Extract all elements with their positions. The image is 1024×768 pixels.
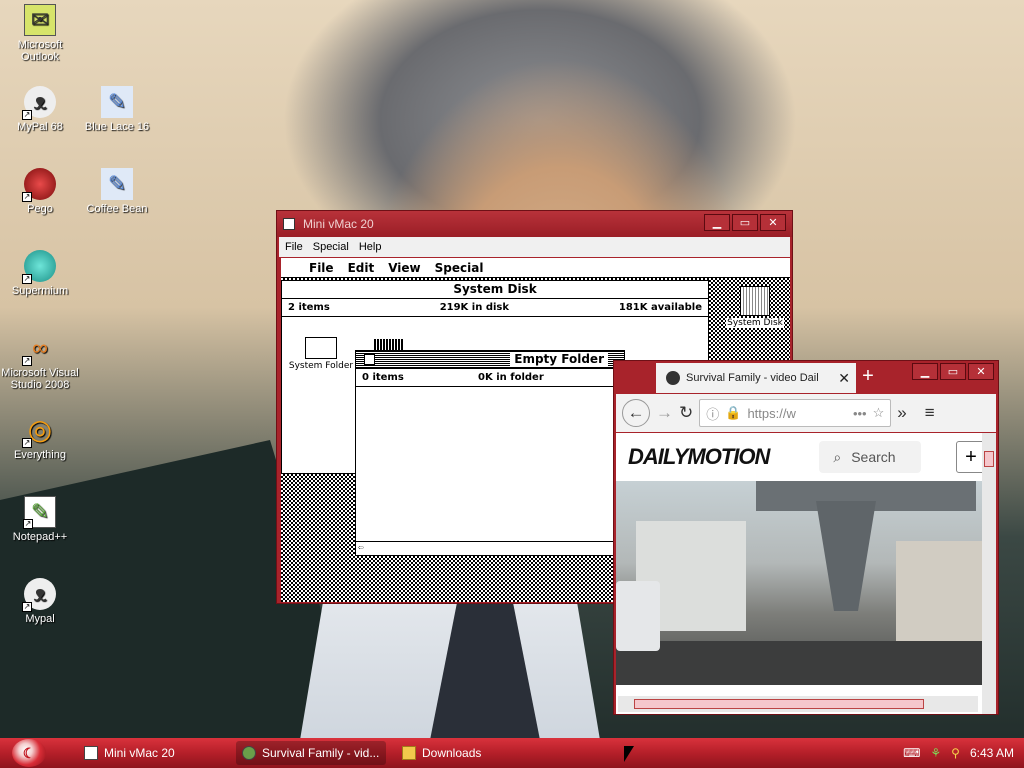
- mac-menu-view[interactable]: View: [388, 261, 420, 275]
- installer-icon: ✎: [101, 86, 133, 118]
- site-header: DAILYMOTION ⌕ Search +: [616, 433, 996, 481]
- folder-icon: [402, 746, 416, 760]
- raccoon-icon: ᴥ ↗: [22, 578, 56, 612]
- back-icon[interactable]: ←: [622, 399, 650, 427]
- desktop-icon-supermium[interactable]: ↗ Supermium: [0, 250, 80, 297]
- url-text: https://w: [747, 405, 796, 421]
- desktop-icon-mypal[interactable]: ᴥ ↗ Mypal: [0, 578, 80, 625]
- menu-help[interactable]: Help: [359, 241, 382, 253]
- close-box-icon[interactable]: [364, 354, 375, 365]
- tab-close-icon[interactable]: ✕: [838, 370, 850, 387]
- video-player[interactable]: [616, 481, 982, 685]
- maximize-button[interactable]: ▭: [732, 214, 758, 231]
- minimize-button[interactable]: ▁: [912, 363, 938, 380]
- video-frame-road: [616, 641, 982, 685]
- close-button[interactable]: ✕: [968, 363, 994, 380]
- menu-special[interactable]: Special: [313, 241, 349, 253]
- empty-folder-title[interactable]: Empty Folder: [356, 351, 624, 369]
- start-button[interactable]: ☾: [12, 739, 46, 767]
- tab-title: Survival Family - video Dail: [686, 372, 819, 384]
- mac-menu-special[interactable]: Special: [435, 261, 484, 275]
- keyboard-icon[interactable]: ⌨: [903, 746, 920, 760]
- system-disk-icon[interactable]: System Disk: [725, 286, 785, 328]
- taskbar-button-vmac[interactable]: Mini vMac 20: [78, 741, 218, 765]
- video-frame-pillar: [816, 501, 876, 611]
- mac-menu-file[interactable]: File: [309, 261, 334, 275]
- mac-menu-edit[interactable]: Edit: [348, 261, 375, 275]
- search-icon[interactable]: ⚲: [951, 746, 960, 760]
- installer-icon: ✎: [101, 168, 133, 200]
- pego-icon: ↗: [22, 168, 56, 202]
- video-frame-van: [616, 581, 660, 651]
- site-search-button[interactable]: ⌕ Search: [819, 441, 922, 473]
- desktop-icon-coffee-bean[interactable]: ✎ Coffee Bean: [77, 168, 157, 215]
- new-tab-button[interactable]: +: [854, 365, 882, 388]
- visual-studio-icon: ∞ ↗: [22, 335, 48, 366]
- minimize-button[interactable]: ▁: [704, 214, 730, 231]
- page-content[interactable]: DAILYMOTION ⌕ Search +: [616, 433, 996, 714]
- site-logo[interactable]: DAILYMOTION: [628, 444, 770, 470]
- forward-icon[interactable]: →: [656, 403, 673, 423]
- taskbar-button-browser[interactable]: Survival Family - vid...: [236, 741, 386, 765]
- system-tray: ⌨ ⚘ ⚲ 6:43 AM: [903, 738, 1014, 768]
- notepadpp-icon: ✎ ↗: [23, 496, 56, 529]
- system-disk-title[interactable]: System Disk: [282, 281, 708, 299]
- outlook-icon: ✉: [24, 4, 56, 36]
- raccoon-icon: ᴥ ↗: [22, 86, 56, 120]
- menu-file[interactable]: File: [285, 241, 303, 253]
- disk-icon: [740, 286, 770, 316]
- scroll-thumb[interactable]: [634, 699, 924, 709]
- lock-icon: 🔒: [725, 405, 742, 420]
- url-bar[interactable]: ⓘ 🔒 https://w ••• ☆: [699, 399, 892, 427]
- tab-dailymotion[interactable]: Survival Family - video Dail ✕: [656, 363, 856, 393]
- scroll-thumb[interactable]: [984, 451, 994, 467]
- video-frame-building: [896, 541, 982, 641]
- tab-bar: Survival Family - video Dail ✕ + ▁ ▭ ✕: [614, 361, 998, 393]
- desktop-icon-mypal68[interactable]: ᴥ ↗ MyPal 68: [0, 86, 80, 133]
- vmac-icon: [84, 746, 98, 760]
- desktop-icon-outlook[interactable]: ✉ Microsoft Outlook: [0, 4, 80, 63]
- page-actions-icon[interactable]: •••: [853, 406, 867, 421]
- desktop-icon-blue-lace[interactable]: ✎ Blue Lace 16: [77, 86, 157, 133]
- browser-icon: [242, 746, 256, 760]
- desktop-icon-pego[interactable]: ↗ Pego: [0, 168, 80, 215]
- desktop-icon-notepadpp[interactable]: ✎ ↗ Notepad++: [0, 496, 80, 543]
- overflow-chevron-icon[interactable]: »: [897, 403, 906, 423]
- taskbar-button-downloads[interactable]: Downloads: [396, 741, 536, 765]
- browser-window[interactable]: Survival Family - video Dail ✕ + ▁ ▭ ✕ ←…: [613, 360, 999, 715]
- window-title: Mini vMac 20: [303, 217, 374, 231]
- folder-icon: [305, 337, 337, 359]
- dailymotion-favicon-icon: [666, 371, 680, 385]
- browser-toolbar: ← → ↻ ⓘ 🔒 https://w ••• ☆ » ≡: [616, 394, 996, 432]
- taskbar: ☾ Mini vMac 20 Survival Family - vid... …: [0, 738, 1024, 768]
- desktop-icon-visual-studio[interactable]: ∞ ↗ Microsoft Visual Studio 2008: [0, 332, 80, 392]
- hamburger-menu-icon[interactable]: ≡: [925, 403, 935, 423]
- mouse-cursor-icon: [624, 746, 634, 762]
- network-icon[interactable]: ⚘: [930, 746, 941, 760]
- mac-menubar: File Edit View Special: [281, 258, 790, 278]
- empty-folder-info: 0 items 0K in folder: [356, 369, 624, 387]
- vmac-menubar: File Special Help: [279, 237, 790, 257]
- clock[interactable]: 6:43 AM: [970, 746, 1014, 760]
- horizontal-scrollbar[interactable]: [618, 696, 978, 712]
- maximize-button[interactable]: ▭: [940, 363, 966, 380]
- system-folder-item[interactable]: System Folder: [286, 337, 356, 371]
- search-icon: ⌕: [833, 448, 842, 465]
- scroll-left-arrow-icon[interactable]: ⇦: [358, 543, 363, 553]
- horizontal-scrollbar[interactable]: ⇦: [356, 541, 624, 555]
- desktop-icon-everything[interactable]: ◎ ↗ Everything: [0, 414, 80, 462]
- reload-icon[interactable]: ↻: [679, 403, 693, 423]
- supermium-icon: ↗: [22, 250, 56, 284]
- vmac-app-icon: [283, 218, 295, 230]
- empty-folder-window[interactable]: Empty Folder 0 items 0K in folder ⇦: [355, 350, 625, 556]
- everything-icon: ◎ ↗: [22, 414, 53, 448]
- system-disk-info: 2 items 219K in disk 181K available: [282, 299, 708, 317]
- close-button[interactable]: ✕: [760, 214, 786, 231]
- vertical-scrollbar[interactable]: [982, 433, 996, 714]
- info-icon[interactable]: ⓘ: [706, 404, 719, 423]
- bookmark-star-icon[interactable]: ☆: [873, 405, 885, 421]
